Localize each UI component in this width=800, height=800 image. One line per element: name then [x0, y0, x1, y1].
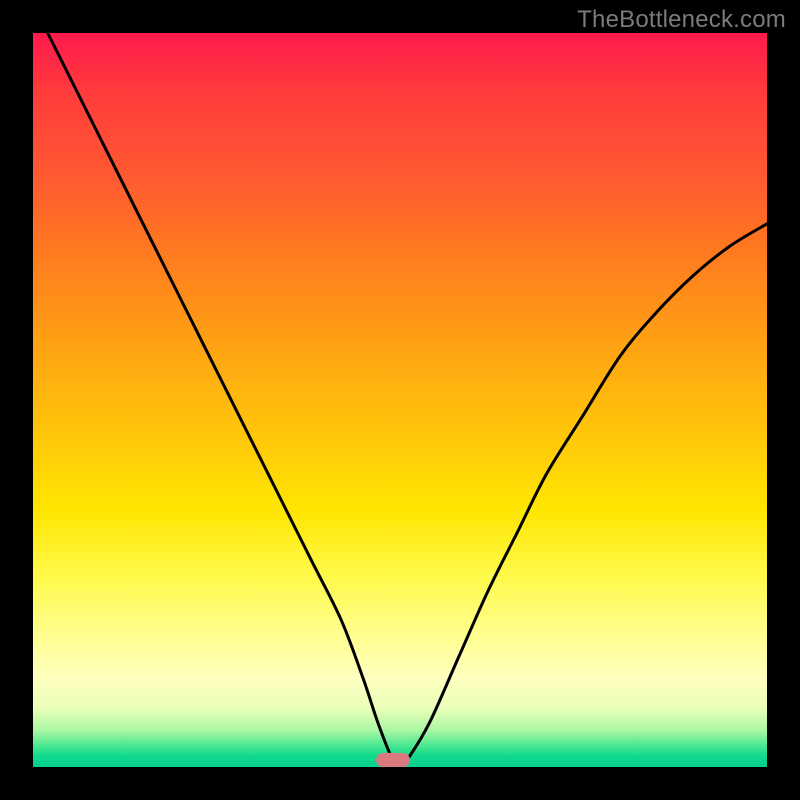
chart-frame: TheBottleneck.com	[0, 0, 800, 800]
optimal-marker	[376, 753, 410, 767]
watermark-text: TheBottleneck.com	[577, 6, 786, 34]
plot-area	[33, 33, 767, 767]
bottleneck-curve	[33, 33, 767, 767]
